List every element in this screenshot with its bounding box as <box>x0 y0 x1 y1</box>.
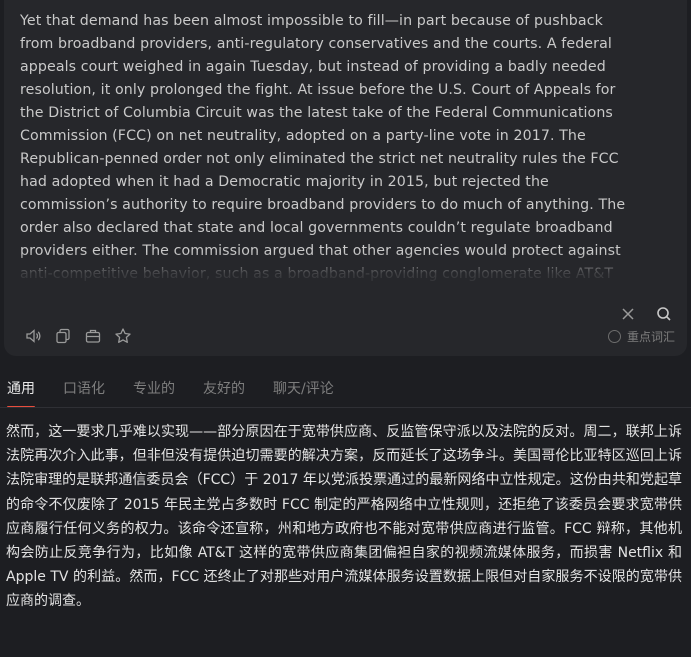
source-text[interactable]: Yet that demand has been almost impossib… <box>20 10 640 290</box>
search-icon[interactable] <box>655 305 673 323</box>
copy-icon[interactable] <box>54 327 72 345</box>
action-row <box>24 327 132 345</box>
tab-professional[interactable]: 专业的 <box>126 370 182 408</box>
tab-chat-comment[interactable]: 聊天/评论 <box>266 370 341 408</box>
star-icon[interactable] <box>114 327 132 345</box>
tabs-divider <box>0 407 691 408</box>
briefcase-icon[interactable] <box>84 327 102 345</box>
tone-tabs: 通用 口语化 专业的 友好的 聊天/评论 <box>0 370 691 408</box>
source-text-card: Yet that demand has been almost impossib… <box>4 0 687 356</box>
card-tools <box>619 305 673 323</box>
radio-icon[interactable] <box>607 330 621 343</box>
tab-general[interactable]: 通用 <box>0 370 42 408</box>
key-vocabulary-toggle[interactable]: 重点词汇 <box>607 328 675 345</box>
speaker-icon[interactable] <box>24 327 42 345</box>
tab-colloquial[interactable]: 口语化 <box>56 370 112 408</box>
key-vocabulary-label: 重点词汇 <box>626 330 675 344</box>
translation-text[interactable]: 然而，这一要求几乎难以实现——部分原因在于宽带供应商、反监管保守派以及法院的反对… <box>6 420 682 614</box>
tab-friendly[interactable]: 友好的 <box>196 370 252 408</box>
close-icon[interactable] <box>619 305 637 323</box>
